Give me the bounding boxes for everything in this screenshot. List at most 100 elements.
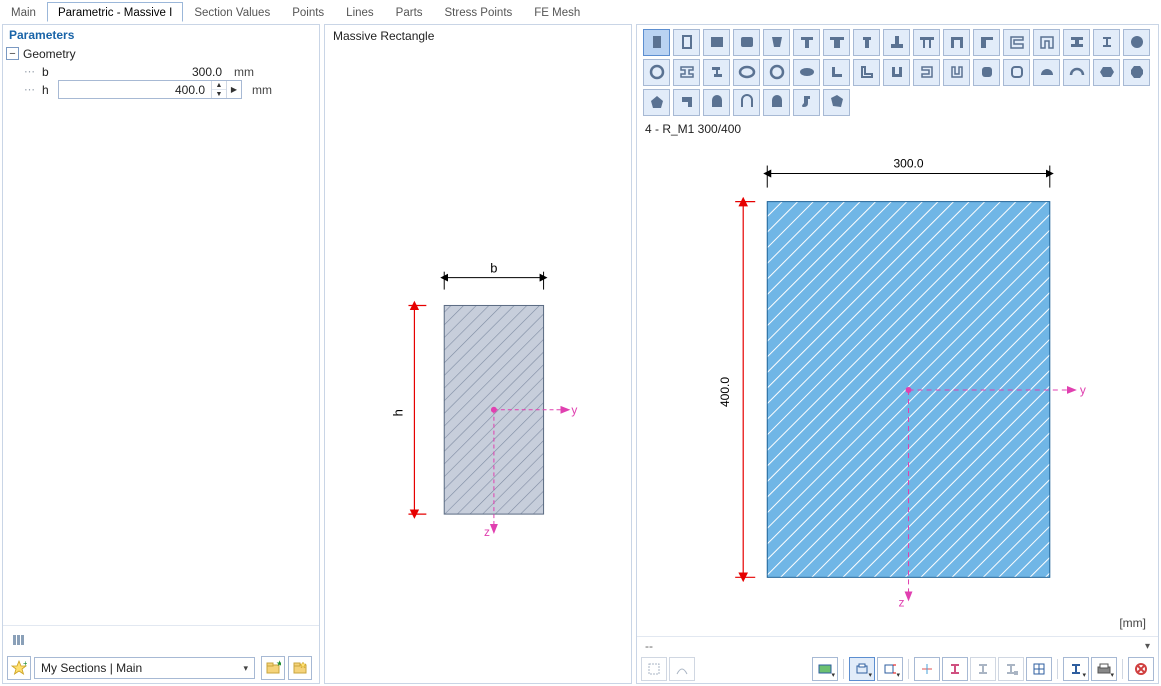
status-text: --: [645, 639, 653, 653]
param-value-h[interactable]: 400.0: [59, 83, 211, 97]
spin-down-icon[interactable]: ▼: [212, 90, 226, 98]
shape-pi-closed[interactable]: [1033, 29, 1060, 56]
shape-ellipse[interactable]: [733, 59, 760, 86]
shape-arch-solid[interactable]: [763, 89, 790, 116]
shape-i-roll[interactable]: [673, 59, 700, 86]
z-axis-label: z: [484, 525, 490, 539]
toolbar-i-result-button[interactable]: [970, 657, 996, 681]
shape-tee-inverted[interactable]: [883, 29, 910, 56]
parameters-tree: − Geometry ⋯ b 300.0 mm ⋯ h 400.0 ▲: [3, 45, 319, 102]
shape-tee[interactable]: [793, 29, 820, 56]
shape-pentagon[interactable]: [643, 89, 670, 116]
toolbar-select-button[interactable]: [641, 657, 667, 681]
toolbar-grid-button[interactable]: [1026, 657, 1052, 681]
shape-u-open[interactable]: [943, 59, 970, 86]
schematic-pane: Massive Rectangle: [324, 24, 632, 684]
shape-half-ring[interactable]: [1063, 59, 1090, 86]
toolbar-print-button[interactable]: ▾: [849, 657, 875, 681]
toolbar-i-active-button[interactable]: [942, 657, 968, 681]
shape-circle-solid[interactable]: [1123, 29, 1150, 56]
toolbar-dimension-button[interactable]: ▾: [877, 657, 903, 681]
section-name: 4 - R_M1 300/400: [637, 120, 1158, 142]
param-row-b[interactable]: ⋯ b 300.0 mm: [6, 63, 316, 81]
param-value-b[interactable]: 300.0: [58, 65, 228, 79]
spin-up-icon[interactable]: ▲: [212, 81, 226, 90]
shape-pi-open[interactable]: [1003, 29, 1030, 56]
shape-i-beam-thin[interactable]: [1093, 29, 1120, 56]
chevron-down-icon: ▾: [243, 663, 248, 674]
toolbar-printer-button[interactable]: ▾: [1091, 657, 1117, 681]
top-tabs: Main Parametric - Massive I Section Valu…: [0, 0, 1161, 22]
shape-rect-round-solid[interactable]: [733, 29, 760, 56]
favorites-combo[interactable]: My Sections | Main ▾: [34, 657, 255, 679]
dimension-400: [735, 201, 755, 577]
shape-tee-narrow[interactable]: [853, 29, 880, 56]
dim-300-label: 300.0: [893, 156, 923, 170]
shape-i-beam[interactable]: [1063, 29, 1090, 56]
y-axis-label: y: [1080, 383, 1086, 397]
dim-h-label: h: [390, 409, 405, 416]
dim-b-label: b: [490, 261, 497, 276]
group-label: Geometry: [23, 47, 76, 61]
shape-angle-hollow[interactable]: [853, 59, 880, 86]
toolbar-color-button[interactable]: ▾: [812, 657, 838, 681]
dimension-h: [408, 305, 426, 514]
toolbar-axes-button[interactable]: [914, 657, 940, 681]
shape-round-hollow[interactable]: [1003, 59, 1030, 86]
shape-bottle[interactable]: [793, 89, 820, 116]
shape-rect-solid[interactable]: [643, 29, 670, 56]
shape-half-circle[interactable]: [1033, 59, 1060, 86]
shape-rect-hollow[interactable]: [673, 29, 700, 56]
shape-rect-notch[interactable]: [673, 89, 700, 116]
shape-arch-open[interactable]: [733, 89, 760, 116]
shape-circle-ring[interactable]: [763, 59, 790, 86]
shape-poly-free[interactable]: [823, 89, 850, 116]
new-folder-button[interactable]: [288, 656, 312, 680]
toolbar-values-button[interactable]: ▾: [1063, 657, 1089, 681]
library-icon[interactable]: [7, 628, 31, 652]
tab-parts[interactable]: Parts: [385, 2, 434, 22]
collapse-icon[interactable]: −: [6, 47, 19, 60]
shape-ring[interactable]: [643, 59, 670, 86]
shape-z-section[interactable]: [703, 59, 730, 86]
shape-double-tee[interactable]: [913, 29, 940, 56]
open-folder-button[interactable]: ★: [261, 656, 285, 680]
parameters-title: Parameters: [3, 25, 319, 45]
shape-u-hollow[interactable]: [913, 59, 940, 86]
unit-label: [mm]: [1119, 616, 1146, 630]
svg-text:+: +: [23, 660, 27, 668]
shape-hexagon[interactable]: [1093, 59, 1120, 86]
parameters-pane: Parameters − Geometry ⋯ b 300.0 mm ⋯ h 4…: [2, 24, 320, 684]
toolbar-i-legend-button[interactable]: [998, 657, 1024, 681]
spin-right-icon[interactable]: ▶: [226, 81, 241, 98]
shape-angle-l[interactable]: [823, 59, 850, 86]
shape-rect-solid-alt[interactable]: [703, 29, 730, 56]
tab-main[interactable]: Main: [0, 2, 47, 22]
shape-tee-double[interactable]: [823, 29, 850, 56]
shape-octagon[interactable]: [1123, 59, 1150, 86]
shape-channel-u[interactable]: [883, 59, 910, 86]
shape-ellipse-solid[interactable]: [793, 59, 820, 86]
param-row-h[interactable]: ⋯ h 400.0 ▲ ▼ ▶ mm: [6, 81, 316, 99]
shape-palette: [637, 25, 1158, 120]
toolbar-curve-button[interactable]: [669, 657, 695, 681]
preview-pane: 4 - R_M1 300/400: [636, 24, 1159, 684]
tree-branch-icon: ⋯: [24, 81, 42, 99]
shape-pi-section[interactable]: [943, 29, 970, 56]
tab-fe-mesh[interactable]: FE Mesh: [523, 2, 591, 22]
tab-lines[interactable]: Lines: [335, 2, 385, 22]
tab-points[interactable]: Points: [281, 2, 335, 22]
tab-section-values[interactable]: Section Values: [183, 2, 281, 22]
shape-arch[interactable]: [703, 89, 730, 116]
favorite-star-button[interactable]: +: [7, 656, 31, 680]
tab-stress-points[interactable]: Stress Points: [434, 2, 524, 22]
tab-parametric[interactable]: Parametric - Massive I: [47, 2, 183, 22]
shape-trapezoid[interactable]: [763, 29, 790, 56]
shape-pi-left[interactable]: [973, 29, 1000, 56]
tree-group-geometry[interactable]: − Geometry: [6, 45, 316, 63]
chevron-down-icon[interactable]: ▾: [1145, 641, 1150, 652]
dim-400-label: 400.0: [718, 376, 732, 406]
toolbar-close-button[interactable]: [1128, 657, 1154, 681]
param-spinbox-h[interactable]: 400.0 ▲ ▼ ▶: [58, 80, 242, 99]
shape-round-rect[interactable]: [973, 59, 1000, 86]
